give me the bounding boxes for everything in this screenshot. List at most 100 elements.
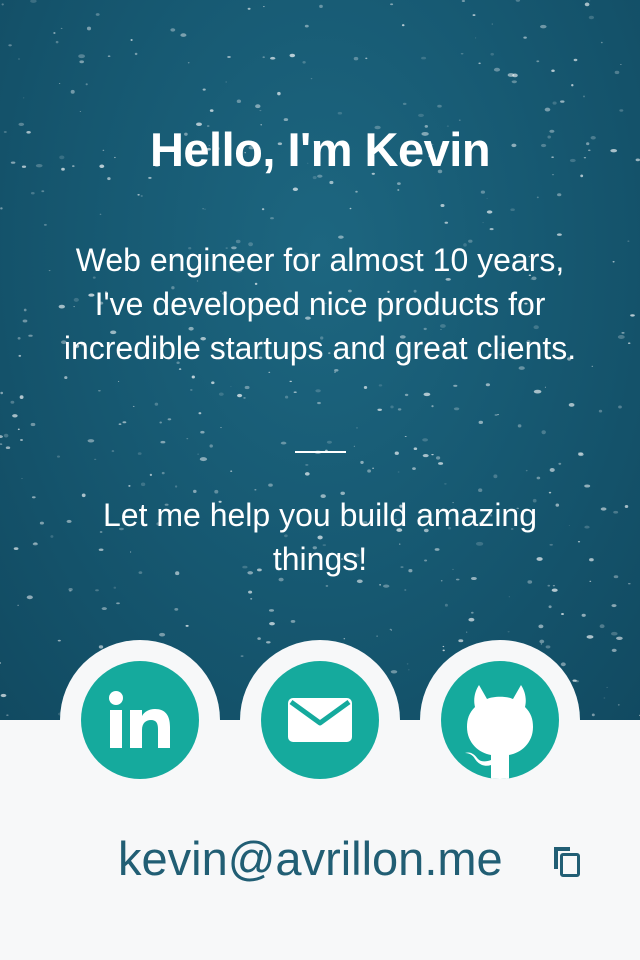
- rain-speck: [438, 462, 444, 465]
- rain-speck: [199, 457, 208, 462]
- rain-speck: [517, 424, 522, 428]
- rain-speck: [422, 454, 429, 458]
- rain-speck: [494, 414, 498, 416]
- rain-speck: [107, 55, 111, 58]
- rain-speck: [174, 485, 178, 488]
- hero-section: Hello, I'm Kevin Web engineer for almost…: [0, 0, 640, 720]
- rain-speck: [489, 228, 494, 231]
- rain-speck: [160, 440, 166, 444]
- rain-speck: [548, 605, 552, 609]
- rain-speck: [137, 193, 140, 196]
- rain-speck: [591, 365, 594, 367]
- rain-speck: [627, 342, 631, 345]
- rain-speck: [480, 190, 486, 194]
- rain-speck: [611, 648, 617, 653]
- rain-speck: [493, 474, 498, 479]
- rain-speck: [334, 371, 336, 373]
- rain-speck: [257, 637, 261, 640]
- divider: [295, 451, 346, 453]
- rain-speck: [575, 680, 579, 683]
- rain-speck: [618, 405, 622, 409]
- rain-speck: [437, 104, 442, 108]
- rain-speck: [30, 0, 37, 3]
- rain-speck: [343, 638, 346, 640]
- rain-speck: [159, 632, 166, 637]
- rain-speck: [442, 649, 445, 652]
- rain-speck: [10, 400, 15, 404]
- rain-speck: [277, 91, 281, 96]
- rain-speck: [18, 354, 22, 357]
- github-button[interactable]: [420, 640, 580, 800]
- rain-speck: [397, 471, 400, 473]
- rain-speck: [423, 392, 431, 397]
- rain-speck: [600, 41, 603, 44]
- rain-speck: [379, 584, 381, 586]
- rain-speck: [290, 619, 296, 623]
- email-button[interactable]: [240, 640, 400, 800]
- rain-speck: [180, 33, 187, 37]
- rain-speck: [523, 36, 527, 39]
- rain-speck: [53, 32, 56, 34]
- rain-speck: [20, 439, 23, 441]
- rain-speck: [56, 455, 61, 458]
- rain-speck: [390, 405, 394, 409]
- rain-speck: [573, 58, 578, 62]
- rain-speck: [617, 704, 620, 706]
- rain-speck: [154, 402, 159, 406]
- rain-speck: [549, 468, 555, 472]
- rain-speck: [255, 104, 261, 109]
- rain-speck: [0, 435, 3, 439]
- rain-speck: [360, 460, 364, 464]
- rain-speck: [30, 192, 35, 195]
- email-address[interactable]: kevin@avrillon.me: [118, 826, 503, 892]
- rain-speck: [122, 421, 127, 424]
- rain-speck: [620, 64, 622, 66]
- rain-speck: [377, 408, 382, 412]
- rain-speck: [254, 488, 257, 491]
- rain-speck: [606, 686, 608, 688]
- rain-speck: [394, 451, 399, 455]
- rain-speck: [356, 427, 358, 429]
- rain-speck: [319, 4, 323, 9]
- rain-speck: [599, 624, 605, 629]
- rain-speck: [578, 452, 584, 457]
- rain-speck: [211, 381, 215, 385]
- linkedin-button[interactable]: [60, 640, 220, 800]
- rain-speck: [478, 488, 483, 492]
- rain-speck: [353, 445, 356, 447]
- rain-speck: [186, 438, 189, 440]
- rain-speck: [611, 631, 618, 636]
- copy-icon[interactable]: [548, 843, 584, 879]
- rain-speck: [32, 542, 38, 546]
- rain-speck: [627, 583, 631, 585]
- rain-speck: [209, 109, 214, 112]
- rain-speck: [591, 713, 595, 717]
- rain-speck: [584, 2, 590, 7]
- rain-speck: [491, 23, 493, 25]
- rain-speck: [101, 607, 107, 611]
- rain-speck: [41, 190, 45, 193]
- rain-speck: [588, 15, 595, 20]
- rain-speck: [613, 510, 619, 514]
- rain-speck: [383, 584, 390, 588]
- rain-speck: [349, 207, 352, 210]
- rain-speck: [325, 585, 329, 587]
- rain-speck: [413, 447, 418, 451]
- rain-speck: [191, 375, 195, 379]
- rain-speck: [12, 414, 18, 418]
- rain-speck: [270, 217, 274, 220]
- rain-speck: [28, 334, 33, 337]
- rain-speck: [372, 467, 374, 469]
- rain-speck: [547, 584, 551, 587]
- rain-speck: [310, 77, 313, 80]
- rain-speck: [243, 396, 246, 399]
- rain-speck: [31, 496, 36, 499]
- rain-speck: [230, 470, 233, 472]
- rain-speck: [404, 589, 407, 591]
- rain-speck: [614, 70, 620, 75]
- rain-speck: [621, 332, 625, 334]
- rain-speck: [17, 428, 20, 431]
- rain-speck: [0, 693, 7, 698]
- rain-speck: [453, 384, 458, 387]
- rain-speck: [586, 635, 594, 639]
